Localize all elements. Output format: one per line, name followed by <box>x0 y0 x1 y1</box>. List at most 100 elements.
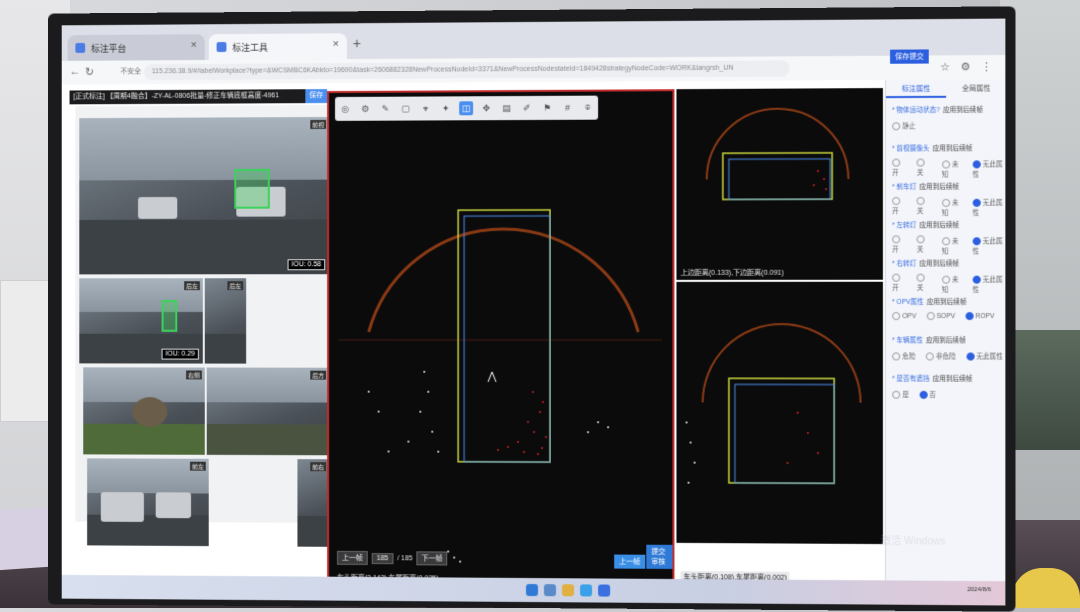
radio-option[interactable]: 开 <box>892 274 907 294</box>
save-button[interactable]: 保存 <box>305 89 327 103</box>
frame-input[interactable]: 185 <box>372 553 394 564</box>
bounding-box-yellow[interactable] <box>729 378 834 483</box>
radio-option[interactable]: 无此属性 <box>972 197 1004 218</box>
radio-option[interactable]: 未知 <box>942 274 962 295</box>
side-view-bottom[interactable] <box>676 282 882 544</box>
radio-option[interactable]: 静止 <box>892 120 915 130</box>
radio-option[interactable]: 未知 <box>942 235 962 256</box>
extensions-icon[interactable]: ⚙ <box>960 60 970 73</box>
tab-global-attributes[interactable]: 全局属性 <box>946 81 1005 98</box>
radio-icon[interactable] <box>892 123 900 131</box>
back-icon[interactable]: ← <box>70 66 81 78</box>
camera-image[interactable]: 后左 IOU: 0.29 <box>79 278 203 363</box>
radio-icon[interactable] <box>917 197 925 205</box>
apply-next-frames-link[interactable]: 应用到后续帧 <box>933 145 973 152</box>
url-field[interactable]: 115.236.38.9/#/labelWorkplace?type=&WCSM… <box>144 60 790 80</box>
radio-option[interactable]: ROPV <box>965 312 994 320</box>
radio-icon[interactable] <box>972 199 980 207</box>
next-frame-button[interactable]: 下一帧 <box>417 551 448 565</box>
radio-icon[interactable] <box>892 274 900 282</box>
radio-icon[interactable] <box>892 312 900 320</box>
folder-icon[interactable] <box>562 584 574 596</box>
new-tab-icon[interactable]: + <box>353 35 361 51</box>
start-icon[interactable] <box>526 584 538 596</box>
radio-icon[interactable] <box>966 353 974 361</box>
side-view-top[interactable]: 上边距离(0.133),下边距离(0.091) <box>676 88 882 280</box>
camera-image[interactable]: 前左 <box>87 458 209 546</box>
apply-next-frames-link[interactable]: 应用到后续帧 <box>919 222 959 229</box>
bounding-box-blue[interactable] <box>735 384 834 483</box>
radio-icon[interactable] <box>942 199 950 207</box>
radio-option[interactable]: 无此属性 <box>972 158 1004 179</box>
radio-icon[interactable] <box>892 159 900 167</box>
reload-icon[interactable]: ↻ <box>85 66 94 79</box>
close-icon[interactable]: × <box>333 38 339 50</box>
camera-image[interactable]: 右侧 <box>83 367 205 454</box>
radio-icon[interactable] <box>926 353 934 361</box>
camera-image[interactable]: 后方 <box>207 368 329 456</box>
frame-total: / 185 <box>397 555 412 562</box>
radio-icon[interactable] <box>926 312 934 320</box>
radio-option[interactable]: 危险 <box>892 350 915 360</box>
radio-option[interactable]: 无此属性 <box>972 274 1004 295</box>
radio-icon[interactable] <box>965 312 973 320</box>
radio-icon[interactable] <box>942 276 950 284</box>
radio-option[interactable]: 否 <box>919 389 936 399</box>
tab-label-attributes[interactable]: 标注属性 <box>886 82 946 98</box>
close-icon[interactable]: × <box>191 39 197 51</box>
radio-option[interactable]: 非危险 <box>926 350 956 360</box>
prev-frame-button[interactable]: 上一帧 <box>337 551 368 565</box>
bounding-box-blue[interactable] <box>464 216 550 462</box>
radio-option[interactable]: 关 <box>917 274 932 294</box>
apply-next-frames-link[interactable]: 应用到后续帧 <box>927 299 967 306</box>
radio-icon[interactable] <box>942 238 950 246</box>
radio-option[interactable]: 未知 <box>942 158 962 179</box>
submit-review-button[interactable]: 提交审核 <box>646 545 672 569</box>
radio-option[interactable]: 是 <box>892 389 909 399</box>
save-submit-button[interactable]: 保存提交 <box>890 49 929 63</box>
radio-icon[interactable] <box>917 235 925 243</box>
radio-option[interactable]: 关 <box>917 235 932 256</box>
radio-icon[interactable] <box>919 391 927 399</box>
bounding-box-blue[interactable] <box>729 159 830 200</box>
radio-icon[interactable] <box>892 353 900 361</box>
apply-next-frames-link[interactable]: 应用到后续帧 <box>943 107 983 114</box>
radio-icon[interactable] <box>917 159 925 167</box>
radio-option[interactable]: 开 <box>892 197 907 218</box>
radio-icon[interactable] <box>972 161 980 169</box>
radio-option[interactable]: 开 <box>892 235 907 255</box>
radio-option[interactable]: 关 <box>917 158 932 179</box>
radio-option[interactable]: 无此属性 <box>972 235 1004 256</box>
camera-front-image[interactable]: 前视 IOU: 0.58 <box>79 117 329 274</box>
radio-icon[interactable] <box>972 237 980 245</box>
radio-option[interactable]: 关 <box>917 197 932 218</box>
radio-option[interactable]: 未知 <box>942 197 962 218</box>
radio-icon[interactable] <box>942 161 950 169</box>
search-icon[interactable] <box>544 584 556 596</box>
apply-next-frames-link[interactable]: 应用到后续帧 <box>933 376 973 383</box>
bounding-box-yellow[interactable] <box>458 210 550 462</box>
radio-icon[interactable] <box>972 276 980 284</box>
browser-tab[interactable]: 标注平台 × <box>68 34 205 61</box>
radio-option[interactable]: 开 <box>892 159 907 180</box>
browser-tab-active[interactable]: 标注工具 × <box>209 33 347 60</box>
apply-next-frames-link[interactable]: 应用到后续帧 <box>926 337 966 344</box>
radio-option[interactable]: OPV <box>892 312 916 320</box>
browser-icon[interactable] <box>580 584 592 596</box>
radio-option[interactable]: SOPV <box>926 312 955 320</box>
prev-button[interactable]: 上一帧 <box>614 555 645 569</box>
pointcloud-3d-view[interactable]: ◎ ⚙ ✎ ▢ ⌖ ✦ ◫ ✥ ▤ ✐ ⚑ # ⌾ <box>327 89 674 591</box>
radio-icon[interactable] <box>917 274 925 282</box>
camera-image[interactable]: 前右 <box>297 459 329 547</box>
radio-icon[interactable] <box>892 197 900 205</box>
radio-option[interactable]: 无此属性 <box>966 350 1003 360</box>
star-icon[interactable]: ☆ <box>940 60 950 73</box>
radio-icon[interactable] <box>892 391 900 399</box>
bounding-box-yellow[interactable] <box>723 153 832 200</box>
apply-next-frames-link[interactable]: 应用到后续帧 <box>919 184 959 191</box>
radio-icon[interactable] <box>892 235 900 243</box>
more-icon[interactable]: ⋮ <box>981 60 992 73</box>
app-icon[interactable] <box>598 584 610 596</box>
camera-image[interactable]: 后左 <box>205 278 246 363</box>
apply-next-frames-link[interactable]: 应用到后续帧 <box>919 260 959 267</box>
